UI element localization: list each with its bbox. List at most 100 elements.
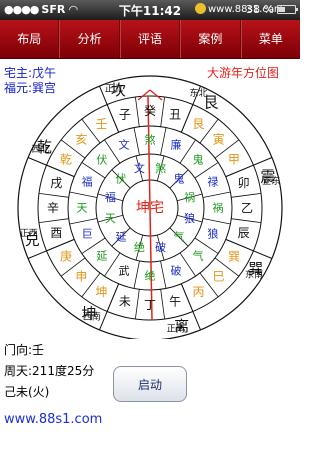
mountain-label: 子 xyxy=(119,107,131,121)
star-divider xyxy=(133,260,140,289)
star-inner-label: 伏 xyxy=(116,172,127,186)
star-inner-label: 绝 xyxy=(134,240,145,254)
star-inner-label: 天 xyxy=(105,212,116,225)
mountain-label: 丁 xyxy=(144,298,156,312)
direction-label: 东北 xyxy=(189,87,207,99)
mountain-label: 辛 xyxy=(47,201,59,215)
star-inner-label: 祸 xyxy=(184,190,195,204)
mountain-label: 巽 xyxy=(228,250,240,264)
star-divider xyxy=(202,191,231,198)
compass-chart: 坤宅坎艮震巽离坤兑乾东北正东东南正南西南正西西北正北子癸丑艮寅甲卯乙辰巽巳丙午丁… xyxy=(17,75,283,339)
star-divider xyxy=(160,260,167,289)
watermark-icon xyxy=(195,3,206,14)
mountain-label: 午 xyxy=(169,295,181,309)
mountain-label: 癸 xyxy=(144,104,156,118)
star-outer-label: 福 xyxy=(82,174,93,188)
battery-icon xyxy=(277,5,298,14)
mountain-divider xyxy=(225,164,254,177)
star-divider xyxy=(202,218,231,225)
star-inner-label: 鬼 xyxy=(173,172,184,186)
nav-layout[interactable]: 布局 xyxy=(0,20,60,58)
star-outer-label: 禄 xyxy=(207,174,218,188)
mountain-divider xyxy=(38,218,69,224)
star-outer-label: 文 xyxy=(118,138,129,152)
star-inner-label: 煞 xyxy=(155,161,166,175)
star-outer-label: 伏 xyxy=(96,152,107,166)
mountain-label: 坤 xyxy=(95,284,107,299)
star-divider xyxy=(160,127,167,156)
direction-label: 正东 xyxy=(262,175,280,187)
direction-label: 东南 xyxy=(245,269,263,281)
mountain-label: 丙 xyxy=(192,285,204,299)
star-inner-label: 气 xyxy=(173,229,184,243)
star-outer-label: 气 xyxy=(193,249,204,263)
star-inner-label: 福 xyxy=(105,190,116,204)
battery-fill xyxy=(279,7,285,12)
direction-label: 正西 xyxy=(20,228,38,239)
year-element: 己未(火) xyxy=(4,385,50,399)
direction-label: 西南 xyxy=(83,310,101,322)
mountain-label: 甲 xyxy=(228,153,240,167)
star-outer-label: 延 xyxy=(96,250,107,263)
star-outer-label: 绝 xyxy=(145,269,156,283)
mountain-label: 酉 xyxy=(50,226,62,240)
star-outer-label: 廉 xyxy=(171,138,182,152)
mountain-divider xyxy=(134,289,140,320)
degrees: 周天:211度25分 xyxy=(4,364,95,378)
star-inner-label: 狼 xyxy=(184,211,195,225)
nav-comments[interactable]: 评语 xyxy=(119,20,181,58)
mountain-divider xyxy=(160,289,166,320)
star-inner-label: 文 xyxy=(134,161,145,175)
mountain-divider xyxy=(134,96,140,127)
mountain-label: 辰 xyxy=(238,226,250,240)
star-outer-label: 破 xyxy=(171,263,182,277)
nav-menu[interactable]: 菜单 xyxy=(240,20,300,58)
mountain-divider xyxy=(106,283,119,312)
star-outer-label: 祸 xyxy=(213,201,224,215)
star-outer-label: 武 xyxy=(118,264,129,277)
star-outer-label: 巨 xyxy=(82,228,93,241)
mountain-label: 亥 xyxy=(75,132,87,146)
star-divider xyxy=(69,191,98,198)
mountain-label: 未 xyxy=(119,295,131,309)
star-divider xyxy=(133,127,140,156)
mountain-label: 寅 xyxy=(213,131,225,146)
star-inner-label: 破 xyxy=(155,240,166,254)
mountain-divider xyxy=(181,283,194,312)
mountain-label: 卯 xyxy=(238,176,250,190)
status-bar: ●●●● SFR ◠ 下午11:42 www.88s1.com 38 % xyxy=(0,0,300,20)
mountain-divider xyxy=(231,192,262,198)
mountain-label: 戌 xyxy=(50,176,62,190)
top-nav: 布局 分析 评语 案例 菜单 xyxy=(0,20,300,59)
star-divider xyxy=(69,218,98,225)
star-outer-label: 鬼 xyxy=(193,152,204,166)
mountain-divider xyxy=(231,218,262,224)
mountain-label: 乙 xyxy=(241,201,253,215)
battery-percent: 38 % xyxy=(246,3,274,16)
mountain-label: 申 xyxy=(75,270,87,284)
star-outer-label: 煞 xyxy=(145,133,156,147)
nav-cases[interactable]: 案例 xyxy=(180,20,241,58)
direction-label: 西北 xyxy=(32,144,50,155)
mountain-divider xyxy=(106,104,119,133)
direction-label: 正北 xyxy=(105,83,123,94)
star-outer-label: 天 xyxy=(77,202,88,215)
mountain-label: 艮 xyxy=(192,117,204,131)
nav-analysis[interactable]: 分析 xyxy=(59,20,120,58)
mountain-label: 庚 xyxy=(60,249,72,264)
site-link[interactable]: www.88s1.com xyxy=(4,412,102,427)
mountain-label: 巳 xyxy=(213,270,225,284)
mountain-divider xyxy=(46,164,75,177)
start-button[interactable]: 启动 xyxy=(113,366,187,402)
mountain-divider xyxy=(38,192,69,198)
door-facing: 门向:壬 xyxy=(4,343,45,357)
star-outer-label: 狼 xyxy=(207,227,218,241)
direction-label: 正南 xyxy=(167,322,185,334)
mountain-label: 壬 xyxy=(95,117,107,131)
mountain-divider xyxy=(181,104,194,133)
mountain-label: 乾 xyxy=(60,153,72,167)
axis-arrow xyxy=(149,89,163,101)
mountain-label: 丑 xyxy=(169,107,181,121)
mountain-divider xyxy=(160,96,166,127)
center-label: 坤宅 xyxy=(136,200,164,216)
